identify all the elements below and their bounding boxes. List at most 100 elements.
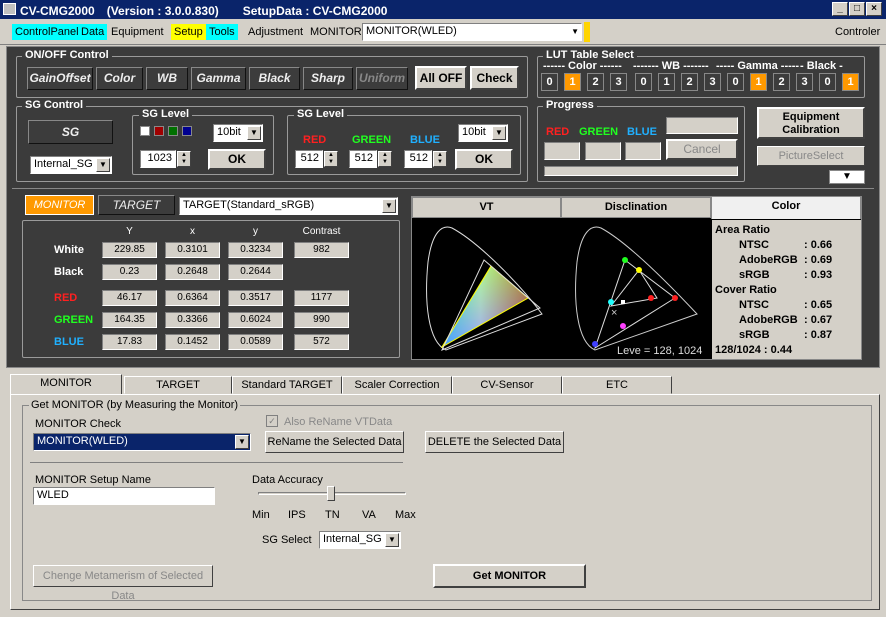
blue-level-input[interactable]: 512 — [404, 150, 432, 168]
sg-button[interactable]: SG — [28, 120, 113, 144]
lut-button[interactable]: 3 — [704, 73, 721, 91]
menu-setup[interactable]: Setup — [171, 24, 206, 40]
level-spinner[interactable]: ▲ ▼ — [177, 151, 191, 167]
sg-source-select[interactable]: Internal_SG ▼ — [30, 156, 112, 174]
rename-selected-button[interactable]: ReName the Selected Data — [265, 431, 404, 453]
tab-standard-target[interactable]: Standard TARGET — [232, 376, 342, 394]
metamerism-button[interactable]: Chenge Metamerism of Selected Data — [33, 565, 213, 602]
tab-monitor[interactable]: MONITOR — [10, 374, 122, 395]
progress-bar — [544, 166, 738, 176]
column-header: x — [190, 226, 195, 237]
sg-level2-ok-button[interactable]: OK — [455, 149, 513, 170]
tab-vt[interactable]: VT — [412, 197, 561, 218]
lut-button[interactable]: 0 — [635, 73, 652, 91]
table-cell: 0.3366 — [165, 312, 220, 328]
ratio-value: : 0.66 — [804, 239, 833, 251]
tab-target[interactable]: TARGET — [124, 376, 232, 394]
progress-blue-field — [625, 142, 661, 160]
table-cell: 990 — [294, 312, 349, 328]
lut-button[interactable]: 2 — [773, 73, 790, 91]
sg-source-value: Internal_SG — [34, 158, 93, 170]
lut-button[interactable]: 0 — [541, 73, 558, 91]
chevron-down-icon: ▼ — [571, 27, 579, 36]
lut-button[interactable]: 2 — [587, 73, 604, 91]
lut-button[interactable]: 1 — [842, 73, 859, 91]
red-spinner[interactable]: ▲ ▼ — [324, 151, 338, 167]
lut-button[interactable]: 1 — [750, 73, 767, 91]
divider — [12, 188, 874, 189]
row-label: BLUE — [54, 336, 84, 348]
red-level-input[interactable]: 512 — [295, 150, 323, 168]
sharp-button[interactable]: Sharp — [303, 67, 353, 90]
monitor-select[interactable]: MONITOR(WLED) ▼ — [362, 23, 582, 41]
table-cell: 17.83 — [102, 334, 157, 350]
lut-button[interactable]: 0 — [819, 73, 836, 91]
lut-group-label: ----- Gamma ----- — [716, 60, 800, 72]
ratio-value: : 0.87 — [804, 329, 833, 341]
maximize-button[interactable]: □ — [849, 2, 865, 16]
ratio-panel: Area Ratio NTSC: 0.66 AdobeRGB: 0.69 sRGB:… — [712, 220, 861, 359]
all-off-button[interactable]: All OFF — [415, 66, 467, 90]
ratio-key: AdobeRGB — [739, 254, 798, 266]
also-rename-checkbox[interactable]: ✓ — [266, 415, 278, 427]
minimize-button[interactable]: _ — [832, 2, 848, 16]
get-monitor-button[interactable]: Get MONITOR — [433, 564, 586, 588]
tab-cv-sensor[interactable]: CV-Sensor — [452, 376, 562, 394]
sg-level1-ok-button[interactable]: OK — [208, 149, 266, 170]
onoff-title: ON/OFF Control — [22, 49, 112, 61]
green-level-input[interactable]: 512 — [349, 150, 377, 168]
lut-button[interactable]: 3 — [610, 73, 627, 91]
cancel-button[interactable]: Cancel — [666, 139, 738, 160]
equipment-calibration-button[interactable]: Equipment Calibration — [757, 107, 865, 139]
bits-select-2[interactable]: 10bit ▼ — [458, 124, 508, 142]
table-cell: 0.23 — [102, 264, 157, 280]
monitor-check-select[interactable]: MONITOR(WLED) ▼ — [33, 433, 251, 451]
delete-selected-button[interactable]: DELETE the Selected Data — [425, 431, 564, 453]
controler-label[interactable]: Controler — [832, 24, 883, 40]
menu-equipment[interactable]: Equipment — [108, 24, 167, 40]
tab-color[interactable]: Color — [711, 196, 861, 219]
setup-name-input[interactable]: WLED — [33, 487, 215, 505]
menu-controlpanel[interactable]: ControlPanel — [12, 24, 82, 40]
yellow-marker — [584, 22, 590, 42]
title-bar: CV-CMG2000 (Version : 3.0.0.830) SetupDa… — [0, 0, 886, 19]
lut-button[interactable]: 2 — [681, 73, 698, 91]
blue-swatch[interactable] — [182, 126, 192, 136]
lut-button[interactable]: 3 — [796, 73, 813, 91]
close-button[interactable]: × — [866, 2, 882, 16]
target-select[interactable]: TARGET(Standard_sRGB) ▼ — [179, 197, 398, 215]
accuracy-slider-thumb[interactable] — [327, 486, 335, 501]
sg-select[interactable]: Internal_SG ▼ — [319, 531, 401, 549]
tab-etc[interactable]: ETC — [562, 376, 672, 394]
bits-select-1[interactable]: 10bit ▼ — [213, 124, 263, 142]
monitor-tab[interactable]: MONITOR — [25, 195, 94, 215]
lut-button[interactable]: 1 — [564, 73, 581, 91]
tab-disclination[interactable]: Disclination — [561, 197, 711, 218]
tab-scaler-correction[interactable]: Scaler Correction — [342, 376, 452, 394]
lut-button[interactable]: 0 — [727, 73, 744, 91]
expand-down-icon[interactable]: ▼ — [829, 170, 865, 184]
sg-control-title: SG Control — [22, 99, 87, 111]
menu-tools[interactable]: Tools — [206, 24, 238, 40]
red-swatch[interactable] — [154, 126, 164, 136]
wb-button[interactable]: WB — [146, 67, 188, 90]
green-spinner[interactable]: ▲ ▼ — [378, 151, 392, 167]
table-cell: 0.3517 — [228, 290, 283, 306]
menu-data[interactable]: Data — [78, 24, 108, 40]
menu-monitor[interactable]: MONITOR — [307, 24, 365, 40]
gamma-button[interactable]: Gamma — [191, 67, 246, 90]
green-swatch[interactable] — [168, 126, 178, 136]
progress-green-label: GREEN — [579, 126, 619, 138]
blue-spinner[interactable]: ▲ ▼ — [433, 151, 447, 167]
target-tab[interactable]: TARGET — [98, 195, 175, 215]
lut-button[interactable]: 1 — [658, 73, 675, 91]
picture-select-button[interactable]: PictureSelect — [757, 146, 865, 166]
gainoffset-button[interactable]: GainOffset — [27, 67, 93, 90]
uniform-button[interactable]: Uniform — [356, 67, 408, 90]
white-swatch[interactable] — [140, 126, 150, 136]
color-button[interactable]: Color — [96, 67, 143, 90]
level-input[interactable]: 1023 — [140, 150, 176, 168]
black-button[interactable]: Black — [249, 67, 300, 90]
check-button[interactable]: Check — [470, 66, 519, 90]
menu-adjustment[interactable]: Adjustment — [245, 24, 306, 40]
